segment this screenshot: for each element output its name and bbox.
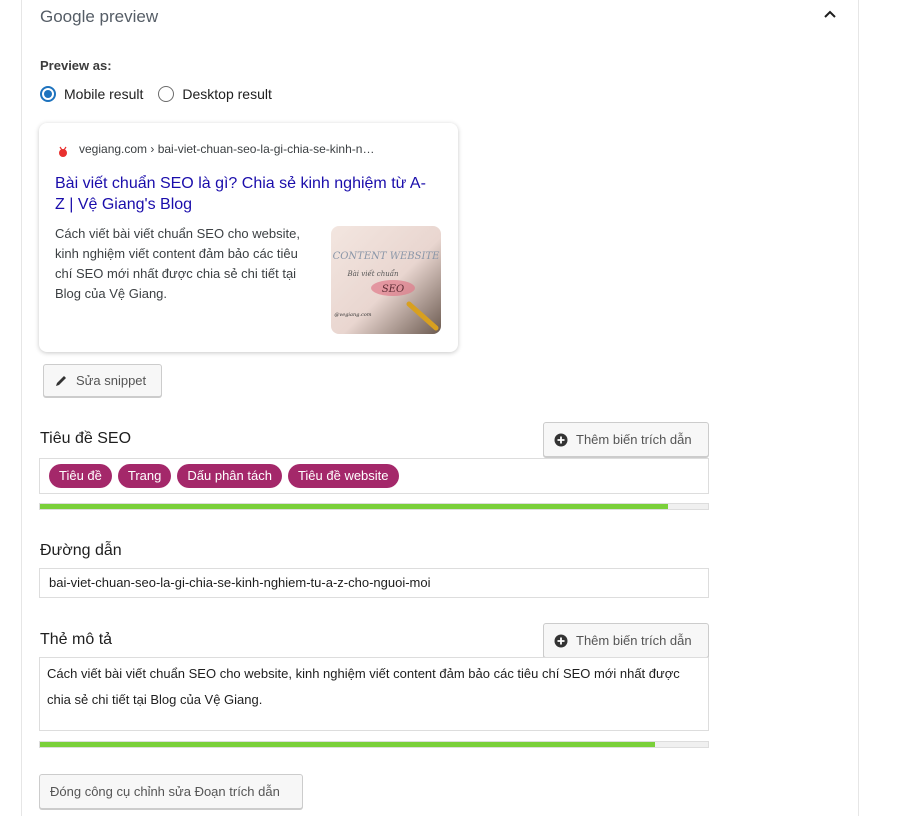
result-title-link[interactable]: Bài viết chuẩn SEO là gì? Chia sẻ kinh n… (55, 173, 435, 215)
result-thumbnail: CONTENT WEBSITE Bài viết chuẩn SEO @vegi… (331, 226, 441, 334)
result-description: Cách viết bài viết chuẩn SEO cho website… (55, 226, 300, 301)
plus-circle-icon (554, 433, 568, 446)
insert-variable-description-button[interactable]: Thêm biến trích dẫn (543, 623, 709, 658)
radio-checked-icon (40, 86, 56, 102)
seo-title-progress-fill (40, 504, 668, 509)
desktop-result-label: Desktop result (182, 86, 272, 102)
mobile-result-radio[interactable]: Mobile result (40, 86, 143, 102)
preview-as-label: Preview as: (40, 58, 112, 73)
edit-snippet-label: Sửa snippet (76, 373, 147, 388)
meta-description-length-progress (39, 741, 709, 748)
variable-pill-title[interactable]: Tiêu đề (49, 464, 112, 488)
panel-title: Google preview (40, 7, 159, 26)
thumb-text-3: SEO (382, 284, 404, 295)
collapse-chevron-up-icon[interactable] (822, 4, 838, 24)
pencil-icon (56, 375, 66, 386)
variable-pill-page[interactable]: Trang (117, 464, 172, 488)
slug-label: Đường dẫn (40, 542, 122, 559)
meta-description-input[interactable]: Cách viết bài viết chuẩn SEO cho website… (39, 657, 709, 731)
site-favicon-icon (58, 145, 68, 157)
slug-input[interactable]: bai-viet-chuan-seo-la-gi-chia-se-kinh-ng… (39, 568, 709, 598)
thumb-text-2: Bài viết chuẩn (346, 269, 399, 278)
edit-snippet-button[interactable]: Sửa snippet (43, 364, 162, 397)
close-snippet-editor-button[interactable]: Đóng công cụ chỉnh sửa Đoạn trích dẫn (39, 774, 303, 809)
variable-pill-site-title[interactable]: Tiêu đề website (287, 464, 399, 488)
meta-description-label: Thẻ mô tả (40, 631, 113, 648)
seo-title-length-progress (39, 503, 709, 510)
insert-variable-label: Thêm biến trích dẫn (576, 432, 692, 447)
variable-pill-separator[interactable]: Dấu phân tách (177, 464, 282, 488)
plus-circle-icon (554, 634, 568, 647)
search-result-preview-card: vegiang.com › bai-viet-chuan-seo-la-gi-c… (39, 123, 458, 352)
desktop-result-radio[interactable]: Desktop result (158, 86, 272, 102)
thumb-text-4: @vegiang.com (334, 311, 371, 318)
seo-title-input[interactable]: Tiêu đề Trang Dấu phân tách Tiêu đề webs… (39, 458, 709, 494)
close-snippet-editor-label: Đóng công cụ chỉnh sửa Đoạn trích dẫn (50, 784, 280, 799)
insert-variable-label: Thêm biến trích dẫn (576, 633, 692, 648)
seo-title-label: Tiêu đề SEO (40, 430, 132, 447)
insert-variable-title-button[interactable]: Thêm biến trích dẫn (543, 422, 709, 457)
result-breadcrumb: vegiang.com › bai-viet-chuan-seo-la-gi-c… (79, 142, 375, 156)
preview-mode-radio-group: Mobile result Desktop result (40, 86, 287, 102)
mobile-result-label: Mobile result (64, 86, 144, 102)
meta-description-progress-fill (40, 742, 655, 747)
google-preview-panel: Google preview Preview as: Mobile result… (21, 0, 859, 816)
radio-unchecked-icon (158, 86, 175, 102)
thumb-text-1: CONTENT WEBSITE (333, 251, 441, 262)
